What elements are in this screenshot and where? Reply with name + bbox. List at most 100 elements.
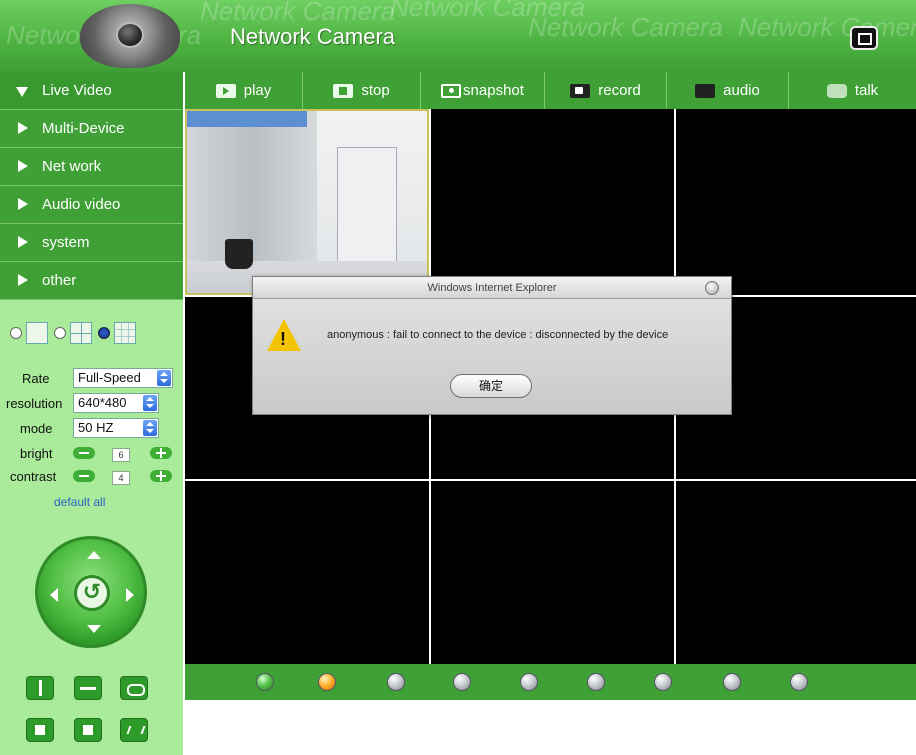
bright-value: 6 (112, 448, 130, 462)
video-toolbar: play stop snapshot record audio talk (185, 72, 916, 109)
flip-icon[interactable] (120, 718, 148, 742)
dialog-title: Windows Internet Explorer (253, 277, 731, 299)
channel-status-dot[interactable] (587, 673, 605, 691)
audio-button[interactable]: audio (667, 72, 789, 109)
record-button[interactable]: record (545, 72, 667, 109)
resolution-select[interactable]: 640*480 (73, 393, 159, 413)
snapshot-label: snapshot (463, 82, 524, 99)
ptz-up-icon[interactable] (87, 551, 101, 559)
play-label: play (243, 82, 272, 99)
mode-value: 50 HZ (78, 420, 114, 435)
stop-label: stop (361, 82, 390, 99)
sidebar-item-audio-video[interactable]: Audio video (0, 186, 183, 224)
contrast-minus-button[interactable] (73, 470, 95, 482)
channel-status-dot[interactable] (520, 673, 538, 691)
talk-button[interactable]: talk (789, 72, 916, 109)
contrast-label: contrast (10, 469, 57, 484)
sidebar-item-other[interactable]: other (0, 262, 183, 300)
play-button[interactable]: play (185, 72, 303, 109)
layout-9-radio[interactable] (98, 327, 110, 339)
bright-minus-button[interactable] (73, 447, 95, 459)
spinner-icon (143, 420, 157, 436)
channel-status-dot[interactable] (654, 673, 672, 691)
headphones-icon (695, 83, 716, 98)
bright-plus-button[interactable] (150, 447, 172, 459)
resolution-value: 640*480 (78, 395, 127, 410)
continuous-patrol-icon[interactable] (120, 676, 148, 700)
ok-button[interactable]: 确定 (450, 374, 532, 398)
spinner-icon (143, 395, 157, 411)
sidebar-item-system[interactable]: system (0, 224, 183, 262)
rate-value: Full-Speed (78, 370, 141, 385)
sidebar-item-live-video[interactable]: Live Video (0, 72, 183, 110)
sidebar-item-label: Live Video (42, 82, 112, 99)
layout-1-icon (26, 322, 48, 344)
ptz-left-icon[interactable] (50, 588, 58, 602)
sidebar-item-label: Net work (42, 158, 102, 175)
sidebar-item-multi-device[interactable]: Multi-Device (0, 110, 183, 148)
sidebar-item-label: other (42, 272, 77, 289)
channel-status-dot[interactable] (723, 673, 741, 691)
play-icon (215, 83, 236, 98)
horizontal-patrol-icon[interactable] (74, 676, 102, 700)
snapshot-icon (441, 83, 462, 98)
video-cell-9[interactable] (676, 481, 916, 664)
mode-select[interactable]: 50 HZ (73, 418, 159, 438)
record-label: record (598, 82, 641, 99)
sidebar-item-label: Audio video (42, 196, 121, 213)
video-cell-2[interactable] (431, 109, 674, 295)
watermark-text: Network Camera (200, 0, 396, 26)
arrow-right-icon (18, 274, 28, 286)
app-root: Network Camera Network Camera Network Ca… (0, 0, 916, 755)
stop-horizontal-icon[interactable] (74, 718, 102, 742)
record-icon (570, 83, 591, 98)
resolution-label: resolution (6, 396, 63, 411)
audio-label: audio (723, 82, 760, 99)
video-cell-8[interactable] (431, 481, 674, 664)
close-icon[interactable] (705, 281, 719, 295)
mode-label: mode (20, 421, 53, 436)
ptz-center-icon[interactable]: ↺ (74, 575, 110, 611)
vertical-patrol-icon[interactable] (26, 676, 54, 700)
fullscreen-icon[interactable] (850, 26, 878, 50)
channel-status-dot[interactable] (790, 673, 808, 691)
layout-4-radio[interactable] (54, 327, 66, 339)
header-banner: Network Camera Network Camera Network Ca… (0, 0, 916, 72)
ptz-down-icon[interactable] (87, 625, 101, 633)
camera-logo (80, 4, 180, 68)
rate-select[interactable]: Full-Speed (73, 368, 173, 388)
video-cell-7[interactable] (185, 481, 429, 664)
contrast-plus-button[interactable] (150, 470, 172, 482)
microphone-icon (826, 83, 847, 98)
channel-status-dot[interactable] (387, 673, 405, 691)
arrow-right-icon (18, 122, 28, 134)
layout-1-radio[interactable] (10, 327, 22, 339)
default-all-link[interactable]: default all (54, 495, 105, 509)
alert-dialog: Windows Internet Explorer ! anonymous : … (252, 276, 732, 415)
channel-status-dot[interactable] (453, 673, 471, 691)
layout-selector (8, 320, 180, 346)
watermark-text: Network Camera (528, 12, 724, 42)
arrow-right-icon (18, 236, 28, 248)
video-cell-3[interactable] (676, 109, 916, 295)
channel-status-bar (185, 664, 916, 700)
layout-4-icon (70, 322, 92, 344)
rate-label: Rate (22, 371, 50, 386)
talk-label: talk (854, 82, 879, 99)
sidebar-item-label: Multi-Device (42, 120, 125, 137)
warning-exclamation: ! (280, 329, 286, 349)
stop-vertical-icon[interactable] (26, 718, 54, 742)
spinner-icon (157, 370, 171, 386)
sidebar-item-network[interactable]: Net work (0, 148, 183, 186)
dialog-message: anonymous : fail to connect to the devic… (327, 329, 669, 341)
camera-feed-image (225, 239, 253, 269)
bright-label: bright (20, 446, 53, 461)
ptz-right-icon[interactable] (126, 588, 134, 602)
contrast-value: 4 (112, 471, 130, 485)
snapshot-button[interactable]: snapshot (421, 72, 545, 109)
sidebar-menu: Live Video Multi-Device Net work Audio v… (0, 72, 183, 300)
channel-status-dot[interactable] (318, 673, 336, 691)
channel-status-dot[interactable] (256, 673, 274, 691)
stop-button[interactable]: stop (303, 72, 421, 109)
video-cell-1[interactable] (185, 109, 429, 295)
